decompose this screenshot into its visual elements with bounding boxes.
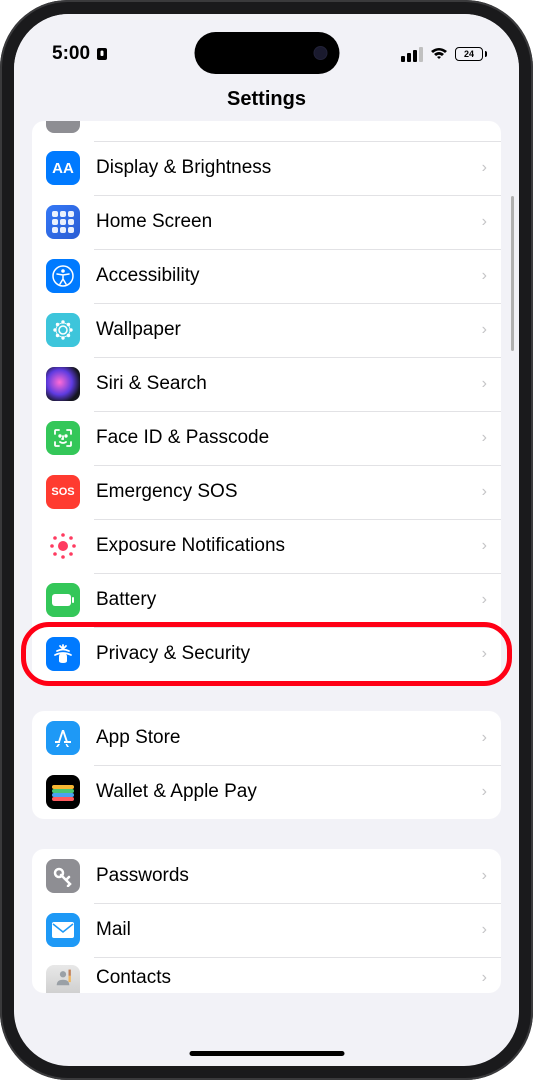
scroll-indicator[interactable]	[511, 196, 514, 351]
row-label: Battery	[96, 589, 482, 611]
face-id-icon	[46, 421, 80, 455]
chevron-right-icon: ›	[482, 783, 487, 801]
wifi-icon	[430, 47, 448, 61]
row-label: Passwords	[96, 865, 482, 887]
row-label: Face ID & Passcode	[96, 427, 482, 449]
chevron-right-icon: ›	[482, 375, 487, 393]
settings-row-accessibility[interactable]: Accessibility ›	[32, 249, 501, 303]
screen: 5:00 24 Settings AA	[14, 14, 519, 1066]
sos-icon: SOS	[46, 475, 80, 509]
wallet-icon	[46, 775, 80, 809]
chevron-right-icon: ›	[482, 159, 487, 177]
page-title: Settings	[14, 74, 519, 121]
chevron-right-icon: ›	[482, 921, 487, 939]
settings-section: Passwords › Mail › Contacts ›	[32, 849, 501, 993]
home-indicator[interactable]	[189, 1051, 344, 1056]
settings-row-siri-search[interactable]: Siri & Search ›	[32, 357, 501, 411]
dynamic-island	[194, 32, 339, 74]
row-label: Emergency SOS	[96, 481, 482, 503]
settings-row-battery[interactable]: Battery ›	[32, 573, 501, 627]
row-label: App Store	[96, 727, 482, 749]
privacy-icon	[46, 637, 80, 671]
settings-row-passwords[interactable]: Passwords ›	[32, 849, 501, 903]
row-label: Privacy & Security	[96, 643, 482, 665]
chevron-right-icon: ›	[482, 591, 487, 609]
chevron-right-icon: ›	[482, 213, 487, 231]
cellular-signal-icon	[401, 47, 423, 62]
settings-row-contacts[interactable]: Contacts ›	[32, 957, 501, 993]
row-label: Siri & Search	[96, 373, 482, 395]
row-label: Contacts	[96, 967, 482, 989]
app-store-icon	[46, 721, 80, 755]
display-brightness-icon: AA	[46, 151, 80, 185]
settings-section: App Store › Wallet & Apple Pay ›	[32, 711, 501, 819]
front-camera	[313, 46, 327, 60]
wallpaper-icon	[46, 313, 80, 347]
chevron-right-icon: ›	[482, 537, 487, 555]
settings-row-emergency-sos[interactable]: SOS Emergency SOS ›	[32, 465, 501, 519]
settings-row-face-id[interactable]: Face ID & Passcode ›	[32, 411, 501, 465]
row-label: Home Screen	[96, 211, 482, 233]
chevron-right-icon: ›	[482, 867, 487, 885]
mail-icon	[46, 913, 80, 947]
battery-icon	[46, 583, 80, 617]
siri-icon	[46, 367, 80, 401]
settings-row-exposure[interactable]: Exposure Notifications ›	[32, 519, 501, 573]
passwords-icon	[46, 859, 80, 893]
chevron-right-icon: ›	[482, 645, 487, 663]
settings-row-wallet[interactable]: Wallet & Apple Pay ›	[32, 765, 501, 819]
settings-row-mail[interactable]: Mail ›	[32, 903, 501, 957]
settings-row-privacy-security[interactable]: Privacy & Security ›	[32, 627, 501, 681]
chevron-right-icon: ›	[482, 267, 487, 285]
accessibility-icon	[46, 259, 80, 293]
chevron-right-icon: ›	[482, 729, 487, 747]
generic-icon	[46, 121, 80, 133]
row-label: Display & Brightness	[96, 157, 482, 179]
status-time: 5:00	[52, 43, 90, 65]
exposure-icon	[46, 529, 80, 563]
row-label: Wallpaper	[96, 319, 482, 341]
battery-indicator: 24	[455, 47, 487, 61]
row-label: Wallet & Apple Pay	[96, 781, 482, 803]
settings-row-partial[interactable]	[32, 121, 501, 141]
contacts-icon	[46, 965, 80, 993]
settings-section: AA Display & Brightness › Home Screen › …	[32, 121, 501, 681]
chevron-right-icon: ›	[482, 321, 487, 339]
row-label: Exposure Notifications	[96, 535, 482, 557]
chevron-right-icon: ›	[482, 429, 487, 447]
settings-row-wallpaper[interactable]: Wallpaper ›	[32, 303, 501, 357]
settings-list[interactable]: AA Display & Brightness › Home Screen › …	[14, 121, 519, 1066]
row-label: Mail	[96, 919, 482, 941]
settings-row-app-store[interactable]: App Store ›	[32, 711, 501, 765]
phone-frame: 5:00 24 Settings AA	[0, 0, 533, 1080]
chevron-right-icon: ›	[482, 483, 487, 501]
portrait-lock-icon	[96, 47, 108, 61]
home-screen-icon	[46, 205, 80, 239]
settings-row-display-brightness[interactable]: AA Display & Brightness ›	[32, 141, 501, 195]
chevron-right-icon: ›	[482, 969, 487, 987]
row-label: Accessibility	[96, 265, 482, 287]
settings-row-home-screen[interactable]: Home Screen ›	[32, 195, 501, 249]
